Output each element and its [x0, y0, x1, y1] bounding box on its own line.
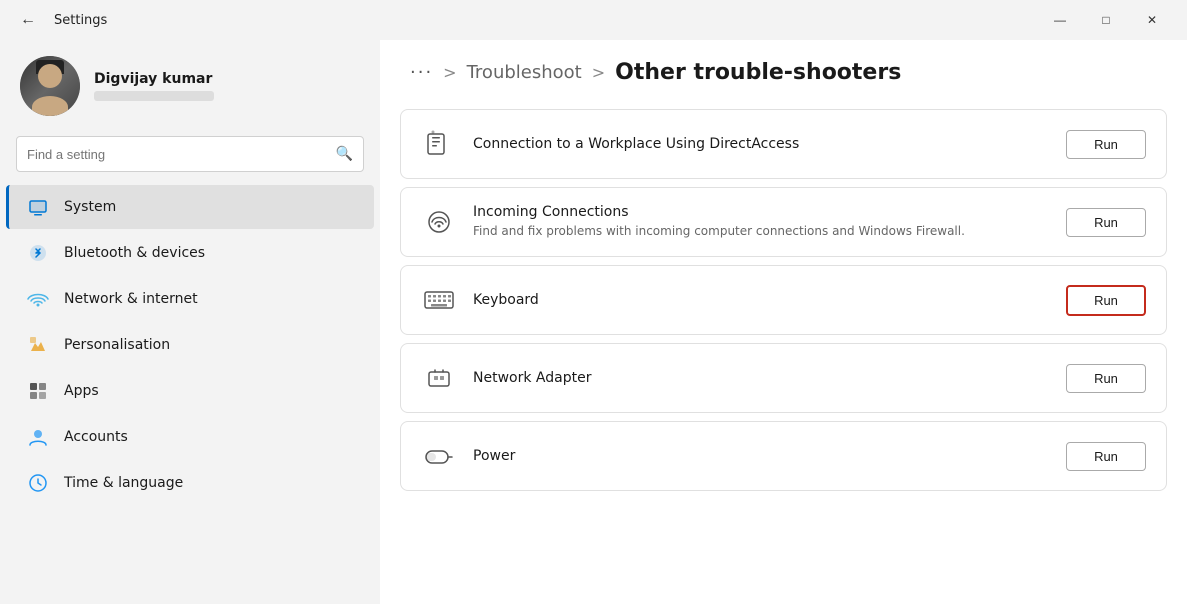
sidebar-item-label-system: System — [64, 199, 116, 215]
user-email — [94, 91, 214, 101]
breadcrumb-current: Other trouble-shooters — [615, 60, 901, 85]
power-title: Power — [473, 448, 1050, 464]
keyboard-info: Keyboard — [473, 292, 1050, 308]
ts-item-network-adapter: Network Adapter Run — [400, 343, 1167, 413]
sidebar-item-personalisation[interactable]: Personalisation — [6, 323, 374, 367]
breadcrumb-link-troubleshoot[interactable]: Troubleshoot — [467, 62, 582, 83]
search-container: 🔍 — [0, 136, 380, 184]
time-icon — [26, 471, 50, 495]
minimize-button[interactable]: — — [1037, 4, 1083, 36]
directaccess-title: Connection to a Workplace Using DirectAc… — [473, 136, 1050, 152]
breadcrumb-sep1: > — [443, 63, 456, 82]
sidebar-item-time[interactable]: Time & language — [6, 461, 374, 505]
main-layout: Digvijay kumar 🔍 System — [0, 40, 1187, 604]
search-input[interactable] — [27, 147, 328, 162]
power-run-button[interactable]: Run — [1066, 442, 1146, 471]
sidebar-item-label-apps: Apps — [64, 383, 99, 399]
incoming-title: Incoming Connections — [473, 204, 1050, 220]
user-info: Digvijay kumar — [94, 71, 214, 101]
back-icon: ← — [20, 11, 36, 29]
sidebar-item-network[interactable]: Network & internet — [6, 277, 374, 321]
troubleshooter-list: Connection to a Workplace Using DirectAc… — [380, 109, 1187, 519]
ts-item-power: Power Run — [400, 421, 1167, 491]
incoming-run-button[interactable]: Run — [1066, 208, 1146, 237]
sidebar-item-label-accounts: Accounts — [64, 429, 128, 445]
bluetooth-icon — [26, 241, 50, 265]
power-icon — [421, 438, 457, 474]
search-box[interactable]: 🔍 — [16, 136, 364, 172]
ts-item-incoming: Incoming Connections Find and fix proble… — [400, 187, 1167, 257]
nav-items: System Bluetooth & devices — [0, 184, 380, 506]
avatar — [20, 56, 80, 116]
incoming-info: Incoming Connections Find and fix proble… — [473, 204, 1050, 240]
back-button[interactable]: ← — [12, 4, 44, 36]
incoming-icon — [421, 204, 457, 240]
system-icon — [26, 195, 50, 219]
sidebar-item-system[interactable]: System — [6, 185, 374, 229]
directaccess-icon — [421, 126, 457, 162]
breadcrumb-sep2: > — [592, 63, 605, 82]
network-adapter-icon — [421, 360, 457, 396]
ts-item-keyboard: Keyboard Run — [400, 265, 1167, 335]
keyboard-title: Keyboard — [473, 292, 1050, 308]
ts-item-directaccess: Connection to a Workplace Using DirectAc… — [400, 109, 1167, 179]
accounts-icon — [26, 425, 50, 449]
power-info: Power — [473, 448, 1050, 464]
breadcrumb: ··· > Troubleshoot > Other trouble-shoot… — [380, 40, 1187, 109]
minimize-icon: — — [1054, 13, 1066, 27]
keyboard-icon — [421, 282, 457, 318]
personalisation-icon — [26, 333, 50, 357]
breadcrumb-dots[interactable]: ··· — [410, 62, 433, 83]
incoming-desc: Find and fix problems with incoming comp… — [473, 223, 1050, 240]
titlebar: ← Settings — □ ✕ — [0, 0, 1187, 40]
network-adapter-run-button[interactable]: Run — [1066, 364, 1146, 393]
directaccess-run-button[interactable]: Run — [1066, 130, 1146, 159]
window-controls: — □ ✕ — [1037, 4, 1175, 36]
maximize-icon: □ — [1102, 13, 1109, 27]
sidebar: Digvijay kumar 🔍 System — [0, 40, 380, 604]
keyboard-run-button[interactable]: Run — [1066, 285, 1146, 316]
sidebar-item-bluetooth[interactable]: Bluetooth & devices — [6, 231, 374, 275]
network-adapter-info: Network Adapter — [473, 370, 1050, 386]
sidebar-item-apps[interactable]: Apps — [6, 369, 374, 413]
network-adapter-title: Network Adapter — [473, 370, 1050, 386]
content-area: ··· > Troubleshoot > Other trouble-shoot… — [380, 40, 1187, 604]
user-profile[interactable]: Digvijay kumar — [0, 40, 380, 136]
search-icon: 🔍 — [336, 146, 353, 162]
close-icon: ✕ — [1147, 13, 1157, 27]
maximize-button[interactable]: □ — [1083, 4, 1129, 36]
sidebar-item-label-bluetooth: Bluetooth & devices — [64, 245, 205, 261]
apps-icon — [26, 379, 50, 403]
directaccess-info: Connection to a Workplace Using DirectAc… — [473, 136, 1050, 152]
close-button[interactable]: ✕ — [1129, 4, 1175, 36]
sidebar-item-label-personalisation: Personalisation — [64, 337, 170, 353]
network-icon — [26, 287, 50, 311]
sidebar-item-accounts[interactable]: Accounts — [6, 415, 374, 459]
sidebar-item-label-network: Network & internet — [64, 291, 198, 307]
app-title: Settings — [54, 13, 107, 28]
sidebar-item-label-time: Time & language — [64, 475, 183, 491]
user-name: Digvijay kumar — [94, 71, 214, 87]
